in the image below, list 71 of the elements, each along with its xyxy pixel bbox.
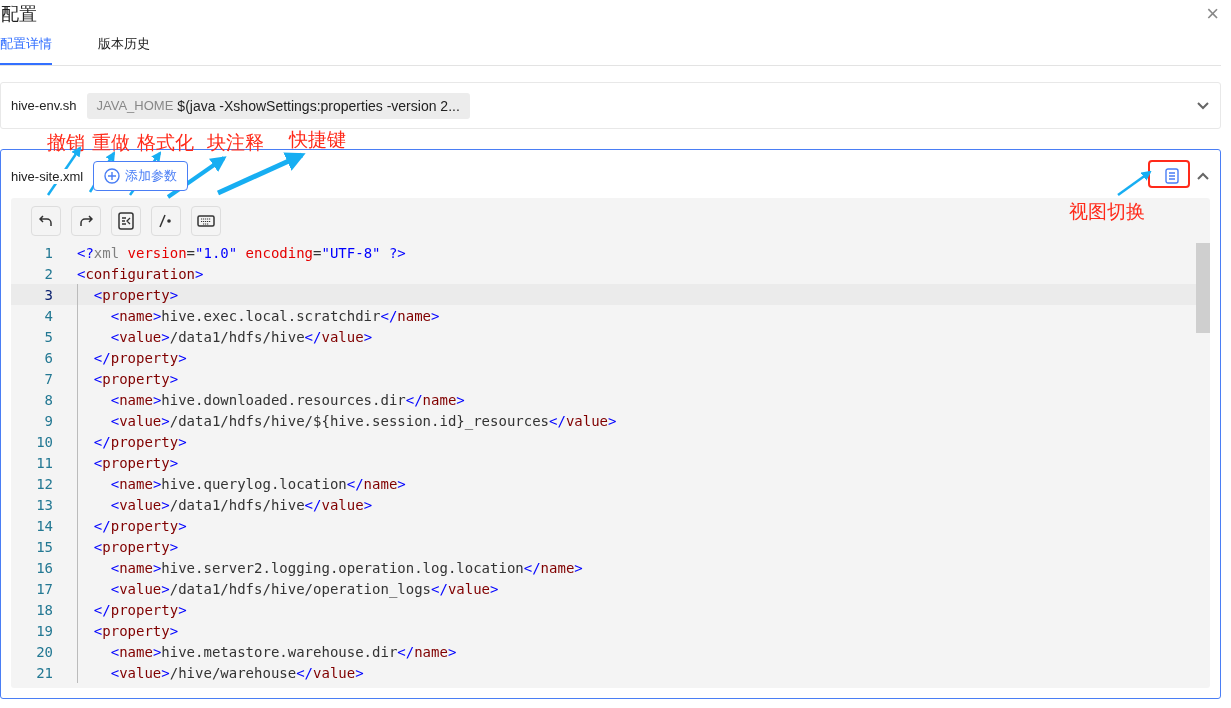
code-line: <name>hive.metastore.warehouse.dir</name> bbox=[109, 643, 457, 660]
comment-button[interactable] bbox=[151, 206, 181, 236]
code-line: <property> bbox=[92, 286, 179, 303]
code-line: <property> bbox=[92, 622, 179, 639]
code-line: <name>hive.downloaded.resources.dir</name> bbox=[109, 391, 465, 408]
code-line: </property> bbox=[92, 349, 187, 366]
line-number: 8 bbox=[43, 391, 54, 408]
tab[interactable]: 配置详情 bbox=[0, 35, 52, 65]
keyboard-button[interactable] bbox=[191, 206, 221, 236]
line-number: 11 bbox=[35, 454, 54, 471]
line-number: 7 bbox=[43, 370, 54, 387]
scrollbar[interactable] bbox=[1196, 243, 1210, 333]
line-number: 20 bbox=[35, 643, 54, 660]
undo-button[interactable] bbox=[31, 206, 61, 236]
line-number: 6 bbox=[43, 349, 54, 366]
code-line: <value>/data1/hdfs/hive</value> bbox=[109, 328, 373, 345]
keyboard-icon bbox=[197, 215, 215, 227]
code-line: <value>/data1/hdfs/hive</value> bbox=[109, 496, 373, 513]
line-number: 14 bbox=[35, 517, 54, 534]
line-number: 5 bbox=[43, 328, 54, 345]
line-number: 21 bbox=[35, 664, 54, 681]
annotation-label: 格式化 bbox=[137, 131, 194, 155]
document-icon bbox=[1165, 168, 1179, 184]
annotation-label: 视图切换 bbox=[1069, 200, 1145, 224]
code-line: <name>hive.querylog.location</name> bbox=[109, 475, 406, 492]
line-number: 1 bbox=[43, 244, 54, 261]
line-number: 10 bbox=[35, 433, 54, 450]
line-number: 3 bbox=[43, 286, 54, 303]
file-name: hive-site.xml bbox=[11, 168, 84, 184]
line-number: 13 bbox=[35, 496, 54, 513]
annotation-arrow bbox=[1117, 170, 1152, 196]
annotation-label: 撤销 bbox=[47, 131, 85, 155]
code-line: <property> bbox=[92, 538, 179, 555]
code-line: </property> bbox=[92, 601, 187, 618]
annotation-label: 重做 bbox=[92, 131, 130, 155]
code-line: <name>hive.server2.logging.operation.log.location</name> bbox=[109, 559, 583, 576]
line-number: 17 bbox=[35, 580, 54, 597]
code-line: <property> bbox=[92, 370, 179, 387]
format-button[interactable] bbox=[111, 206, 141, 236]
line-number: 2 bbox=[43, 265, 54, 282]
undo-icon bbox=[39, 215, 53, 227]
code-line: <value>/data1/hdfs/hive/${hive.session.id}_resources</value> bbox=[109, 412, 617, 429]
line-number: 16 bbox=[35, 559, 54, 576]
redo-icon bbox=[79, 215, 93, 227]
add-parameter-button[interactable]: 添加参数 bbox=[93, 161, 189, 191]
line-number: 4 bbox=[43, 307, 54, 324]
line-number: 12 bbox=[35, 475, 54, 492]
redo-button[interactable] bbox=[71, 206, 101, 236]
plus-circle-icon bbox=[104, 168, 121, 184]
code-line: <value>/data1/hdfs/hive/operation_logs</value> bbox=[109, 580, 499, 597]
code-line: </property> bbox=[92, 433, 187, 450]
annotation-label: 快捷键 bbox=[289, 128, 346, 152]
dialog-title: 配置 bbox=[1, 3, 37, 26]
code-line: <?xml version="1.0" encoding="UTF-8" ?> bbox=[77, 244, 406, 261]
code-line: <configuration> bbox=[77, 265, 204, 282]
line-number: 18 bbox=[35, 601, 54, 618]
code-line: <property> bbox=[92, 454, 179, 471]
annotation-label: 块注释 bbox=[207, 131, 264, 155]
code-line: <value>/hive/warehouse</value> bbox=[109, 664, 364, 681]
close-button[interactable]: × bbox=[1206, 1, 1231, 27]
line-number: 15 bbox=[35, 538, 54, 555]
env-preview-field: JAVA_HOME $(java -XshowSettings:properties -version 2... bbox=[86, 92, 470, 119]
line-number: 19 bbox=[35, 622, 54, 639]
highlight-frame bbox=[1148, 160, 1190, 188]
tab[interactable]: 版本历史 bbox=[98, 35, 150, 65]
code-line: <name>hive.exec.local.scratchdir</name> bbox=[109, 307, 440, 324]
code-line: </property> bbox=[92, 517, 187, 534]
comment-icon bbox=[159, 214, 173, 228]
format-icon bbox=[118, 212, 134, 230]
file-name: hive-env.sh bbox=[11, 98, 77, 113]
line-number: 9 bbox=[43, 412, 54, 429]
